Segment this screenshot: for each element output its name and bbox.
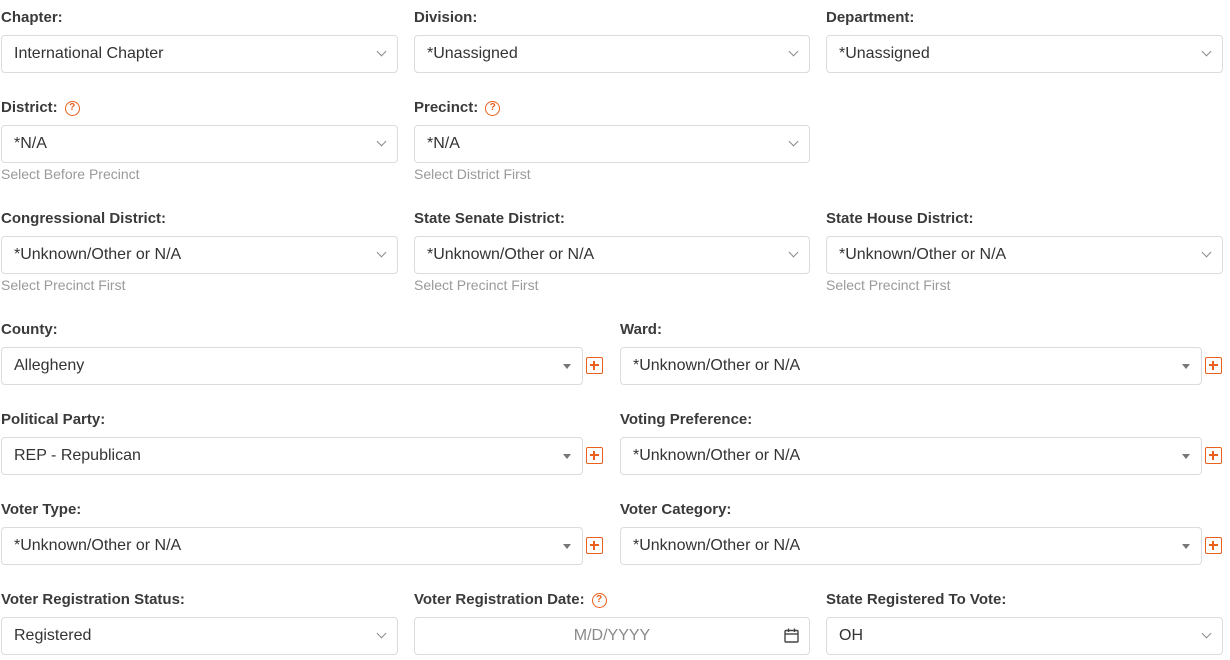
caret-down-icon bbox=[1182, 544, 1190, 549]
question-circle-icon[interactable]: ? bbox=[591, 592, 607, 608]
state-house-district-select[interactable]: *Unknown/Other or N/A bbox=[826, 236, 1223, 274]
division-value: *Unassigned bbox=[427, 45, 518, 62]
chapter-value: International Chapter bbox=[14, 45, 164, 62]
add-voting-preference-button[interactable] bbox=[1205, 447, 1222, 464]
ward-value: *Unknown/Other or N/A bbox=[633, 357, 801, 374]
district-hint: Select Before Precinct bbox=[1, 166, 140, 182]
voting-preference-label: Voting Preference: bbox=[620, 411, 753, 428]
county-label: County: bbox=[1, 321, 58, 338]
add-voter-category-button[interactable] bbox=[1205, 537, 1222, 554]
voter-category-label: Voter Category: bbox=[620, 501, 732, 518]
district-select[interactable]: *N/A bbox=[1, 125, 398, 163]
district-label: District: ? bbox=[1, 99, 80, 117]
county-select[interactable]: Allegheny bbox=[1, 347, 583, 385]
state-senate-district-select[interactable]: *Unknown/Other or N/A bbox=[414, 236, 810, 274]
question-circle-icon[interactable]: ? bbox=[485, 100, 501, 116]
voter-registration-status-label: Voter Registration Status: bbox=[1, 591, 185, 608]
political-party-select[interactable]: REP - Republican bbox=[1, 437, 583, 475]
state-senate-district-value: *Unknown/Other or N/A bbox=[427, 246, 595, 263]
add-voter-type-button[interactable] bbox=[586, 537, 603, 554]
congressional-district-hint: Select Precinct First bbox=[1, 277, 126, 293]
state-senate-district-hint: Select Precinct First bbox=[414, 277, 539, 293]
state-house-district-hint: Select Precinct First bbox=[826, 277, 951, 293]
precinct-value: *N/A bbox=[427, 135, 460, 152]
voter-registration-status-select[interactable]: Registered bbox=[1, 617, 398, 655]
congressional-district-label: Congressional District: bbox=[1, 210, 167, 227]
precinct-select[interactable]: *N/A bbox=[414, 125, 810, 163]
caret-down-icon bbox=[563, 454, 571, 459]
voter-category-select[interactable]: *Unknown/Other or N/A bbox=[620, 527, 1202, 565]
calendar-icon[interactable] bbox=[784, 628, 799, 643]
chapter-select[interactable]: International Chapter bbox=[1, 35, 398, 73]
county-value: Allegheny bbox=[14, 357, 85, 374]
voter-type-value: *Unknown/Other or N/A bbox=[14, 537, 182, 554]
chapter-label: Chapter: bbox=[1, 9, 63, 26]
add-county-button[interactable] bbox=[586, 357, 603, 374]
add-ward-button[interactable] bbox=[1205, 357, 1222, 374]
political-party-value: REP - Republican bbox=[14, 447, 141, 464]
district-value: *N/A bbox=[14, 135, 47, 152]
state-registered-to-vote-value: OH bbox=[839, 627, 863, 644]
caret-down-icon bbox=[1182, 364, 1190, 369]
state-registered-to-vote-label: State Registered To Vote: bbox=[826, 591, 1007, 608]
caret-down-icon bbox=[563, 364, 571, 369]
department-label: Department: bbox=[826, 9, 915, 26]
state-house-district-label: State House District: bbox=[826, 210, 974, 227]
voter-registration-date-input[interactable]: M/D/YYYY bbox=[414, 617, 810, 655]
caret-down-icon bbox=[1182, 454, 1190, 459]
precinct-label: Precinct: ? bbox=[414, 99, 501, 117]
division-select[interactable]: *Unassigned bbox=[414, 35, 810, 73]
department-select[interactable]: *Unassigned bbox=[826, 35, 1223, 73]
congressional-district-select[interactable]: *Unknown/Other or N/A bbox=[1, 236, 398, 274]
department-value: *Unassigned bbox=[839, 45, 930, 62]
political-party-label: Political Party: bbox=[1, 411, 106, 428]
ward-select[interactable]: *Unknown/Other or N/A bbox=[620, 347, 1202, 385]
voting-preference-value: *Unknown/Other or N/A bbox=[633, 447, 801, 464]
congressional-district-value: *Unknown/Other or N/A bbox=[14, 246, 182, 263]
voter-registration-date-label: Voter Registration Date: ? bbox=[414, 591, 607, 609]
voter-type-select[interactable]: *Unknown/Other or N/A bbox=[1, 527, 583, 565]
ward-label: Ward: bbox=[620, 321, 662, 338]
voter-category-value: *Unknown/Other or N/A bbox=[633, 537, 801, 554]
division-label: Division: bbox=[414, 9, 478, 26]
state-registered-to-vote-select[interactable]: OH bbox=[826, 617, 1223, 655]
voter-type-label: Voter Type: bbox=[1, 501, 82, 518]
state-senate-district-label: State Senate District: bbox=[414, 210, 565, 227]
voter-registration-status-value: Registered bbox=[14, 627, 92, 644]
add-political-party-button[interactable] bbox=[586, 447, 603, 464]
voting-preference-select[interactable]: *Unknown/Other or N/A bbox=[620, 437, 1202, 475]
caret-down-icon bbox=[563, 544, 571, 549]
precinct-hint: Select District First bbox=[414, 166, 531, 182]
date-placeholder: M/D/YYYY bbox=[573, 627, 651, 644]
state-house-district-value: *Unknown/Other or N/A bbox=[839, 246, 1007, 263]
question-circle-icon[interactable]: ? bbox=[64, 100, 80, 116]
